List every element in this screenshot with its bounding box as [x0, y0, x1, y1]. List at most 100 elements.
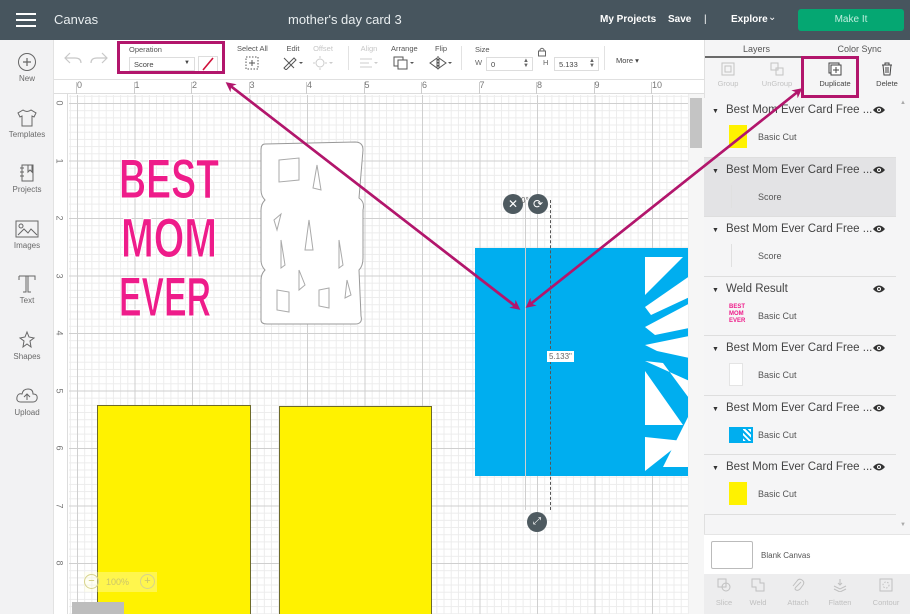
sidebar-item-label: Images: [13, 241, 41, 250]
white-best-mom-ever-cutout[interactable]: [259, 140, 369, 326]
select-all-icon: [245, 56, 259, 70]
zoom-in-button[interactable]: +: [140, 574, 155, 589]
hamburger-menu-icon[interactable]: [16, 13, 36, 27]
attach-button[interactable]: Attach: [778, 578, 818, 607]
document-title[interactable]: mother's day card 3: [288, 12, 402, 27]
layer-name[interactable]: Best Mom Ever Card Free ...: [726, 402, 872, 414]
contour-label: Contour: [872, 598, 900, 607]
layer-name[interactable]: Weld Result: [726, 283, 788, 295]
expand-caret-icon[interactable]: ▼: [712, 168, 719, 175]
ruler-h-tick-label: 0: [77, 80, 83, 90]
rotate-handle-icon[interactable]: ⟳: [528, 194, 548, 214]
design-canvas[interactable]: 0 1 2 3 4 5 6 7 8 9 10 0 1 2 3 4 5 6 7 8 BEST MOM EVER: [54, 80, 704, 614]
weld-button[interactable]: Weld: [738, 578, 778, 607]
layer-name[interactable]: Best Mom Ever Card Free ...: [726, 223, 872, 235]
blue-card-panel[interactable]: [475, 248, 694, 476]
ruler-tick: [76, 82, 77, 94]
offset-icon: [313, 56, 333, 70]
save-button[interactable]: Save: [668, 14, 691, 25]
layer-row[interactable]: ▼ Best Mom Ever Card Free ... Score: [704, 217, 896, 277]
height-input[interactable]: 5.133 ▲ ▼: [554, 57, 599, 71]
ungroup-button[interactable]: UnGroup: [757, 60, 797, 96]
layer-row[interactable]: ▼ Best Mom Ever Card Free ... Basic Cut: [704, 455, 896, 515]
stepper-icon[interactable]: ▲ ▼: [523, 58, 529, 69]
blank-canvas-row[interactable]: Blank Canvas: [704, 534, 910, 574]
zoom-out-button[interactable]: −: [84, 574, 99, 589]
layer-row[interactable]: ▼ Best Mom Ever Card Free ... Score: [704, 157, 896, 217]
expand-caret-icon[interactable]: ▼: [712, 227, 719, 234]
blue-card-cutout-pattern: [645, 257, 694, 471]
layer-thumbnail: BEST MOM EVER: [729, 303, 746, 324]
layer-operation: Score: [758, 191, 782, 202]
undo-button[interactable]: [64, 52, 82, 66]
sidebar-item-shapes[interactable]: Shapes: [0, 330, 54, 380]
make-it-button[interactable]: Make It: [798, 9, 904, 31]
sidebar-item-projects[interactable]: Projects: [0, 163, 54, 213]
sidebar-item-upload[interactable]: Upload: [0, 386, 54, 436]
eye-visibility-icon[interactable]: [872, 403, 886, 413]
layer-row[interactable]: ▼ Best Mom Ever Card Free ... Basic Cut: [704, 336, 896, 396]
weld-label: Weld: [749, 598, 767, 607]
flatten-button[interactable]: Flatten: [820, 578, 860, 607]
layers-scrollbar[interactable]: ▲ ▼: [896, 98, 910, 534]
vertical-scroll-thumb[interactable]: [690, 98, 702, 148]
sidebar-item-images[interactable]: Images: [0, 219, 54, 269]
eye-visibility-icon[interactable]: [872, 343, 886, 353]
pink-best-mom-ever-text[interactable]: BEST MOM EVER: [117, 142, 222, 321]
sidebar-item-templates[interactable]: Templates: [0, 108, 54, 158]
eye-visibility-icon[interactable]: [872, 105, 886, 115]
layer-name[interactable]: Best Mom Ever Card Free ...: [726, 164, 872, 176]
expand-caret-icon[interactable]: ▼: [712, 346, 719, 353]
blank-canvas-swatch[interactable]: [711, 541, 753, 569]
layer-row[interactable]: ▼ Best Mom Ever Card Free ... Basic Cut: [704, 395, 896, 455]
scroll-down-icon[interactable]: ▼: [900, 522, 906, 528]
tab-layers[interactable]: Layers: [705, 40, 808, 58]
flip-button[interactable]: Flip: [429, 44, 453, 70]
resize-handle-icon[interactable]: ⤢: [527, 512, 547, 532]
layer-operation: Basic Cut: [758, 429, 797, 440]
contour-icon: [879, 578, 893, 592]
eye-visibility-icon[interactable]: [872, 462, 886, 472]
width-value: 0: [491, 60, 496, 69]
layer-row[interactable]: ▼ Best Mom Ever Card Free ... Basic Cut: [704, 98, 896, 158]
sidebar-item-text[interactable]: Text: [0, 274, 54, 324]
lock-icon[interactable]: [537, 47, 547, 57]
expand-caret-icon[interactable]: ▼: [712, 108, 719, 115]
width-input[interactable]: 0 ▲ ▼: [486, 57, 533, 71]
more-menu-button[interactable]: More ▾: [616, 56, 639, 65]
layer-name[interactable]: Best Mom Ever Card Free ...: [726, 461, 872, 473]
my-projects-link[interactable]: My Projects: [600, 14, 656, 25]
align-button[interactable]: Align: [359, 44, 379, 70]
group-button[interactable]: Group: [708, 60, 748, 96]
explore-menu[interactable]: Explore: [731, 14, 768, 25]
yellow-card-base-2[interactable]: [279, 406, 432, 614]
expand-caret-icon[interactable]: ▼: [712, 406, 719, 413]
scroll-up-icon[interactable]: ▲: [900, 100, 906, 106]
operation-highlight-box: [117, 41, 225, 74]
delete-button[interactable]: Delete: [867, 60, 907, 96]
expand-caret-icon[interactable]: ▼: [712, 465, 719, 472]
ruler-h-tick-label: 1: [134, 80, 140, 90]
eye-visibility-icon[interactable]: [872, 165, 886, 175]
sidebar-item-new[interactable]: New: [0, 52, 54, 102]
layer-name[interactable]: Best Mom Ever Card Free ...: [726, 104, 872, 116]
horizontal-scroll-thumb[interactable]: [72, 602, 124, 614]
delete-handle-x-icon[interactable]: ✕: [503, 194, 523, 214]
pink-text-line: BEST: [119, 147, 219, 210]
chevron-down-icon[interactable]: ⌄: [768, 12, 776, 23]
contour-button[interactable]: Contour: [866, 578, 906, 607]
selected-score-line[interactable]: [525, 200, 526, 510]
arrange-button[interactable]: Arrange: [391, 44, 418, 70]
select-all-button[interactable]: Select All: [237, 44, 268, 70]
layer-name[interactable]: Best Mom Ever Card Free ...: [726, 342, 872, 354]
eye-visibility-icon[interactable]: [872, 284, 886, 294]
stepper-icon[interactable]: ▲ ▼: [589, 58, 595, 69]
edit-button[interactable]: Edit: [282, 44, 304, 70]
vertical-scrollbar[interactable]: [688, 94, 704, 614]
expand-caret-icon[interactable]: ▼: [712, 287, 719, 294]
layer-row[interactable]: ▼ Weld Result BEST MOM EVER Basic Cut: [704, 276, 896, 336]
ruler-v-tick-label: 1: [54, 157, 65, 164]
redo-button[interactable]: [90, 52, 108, 66]
eye-visibility-icon[interactable]: [872, 224, 886, 234]
offset-button[interactable]: Offset: [312, 44, 334, 70]
